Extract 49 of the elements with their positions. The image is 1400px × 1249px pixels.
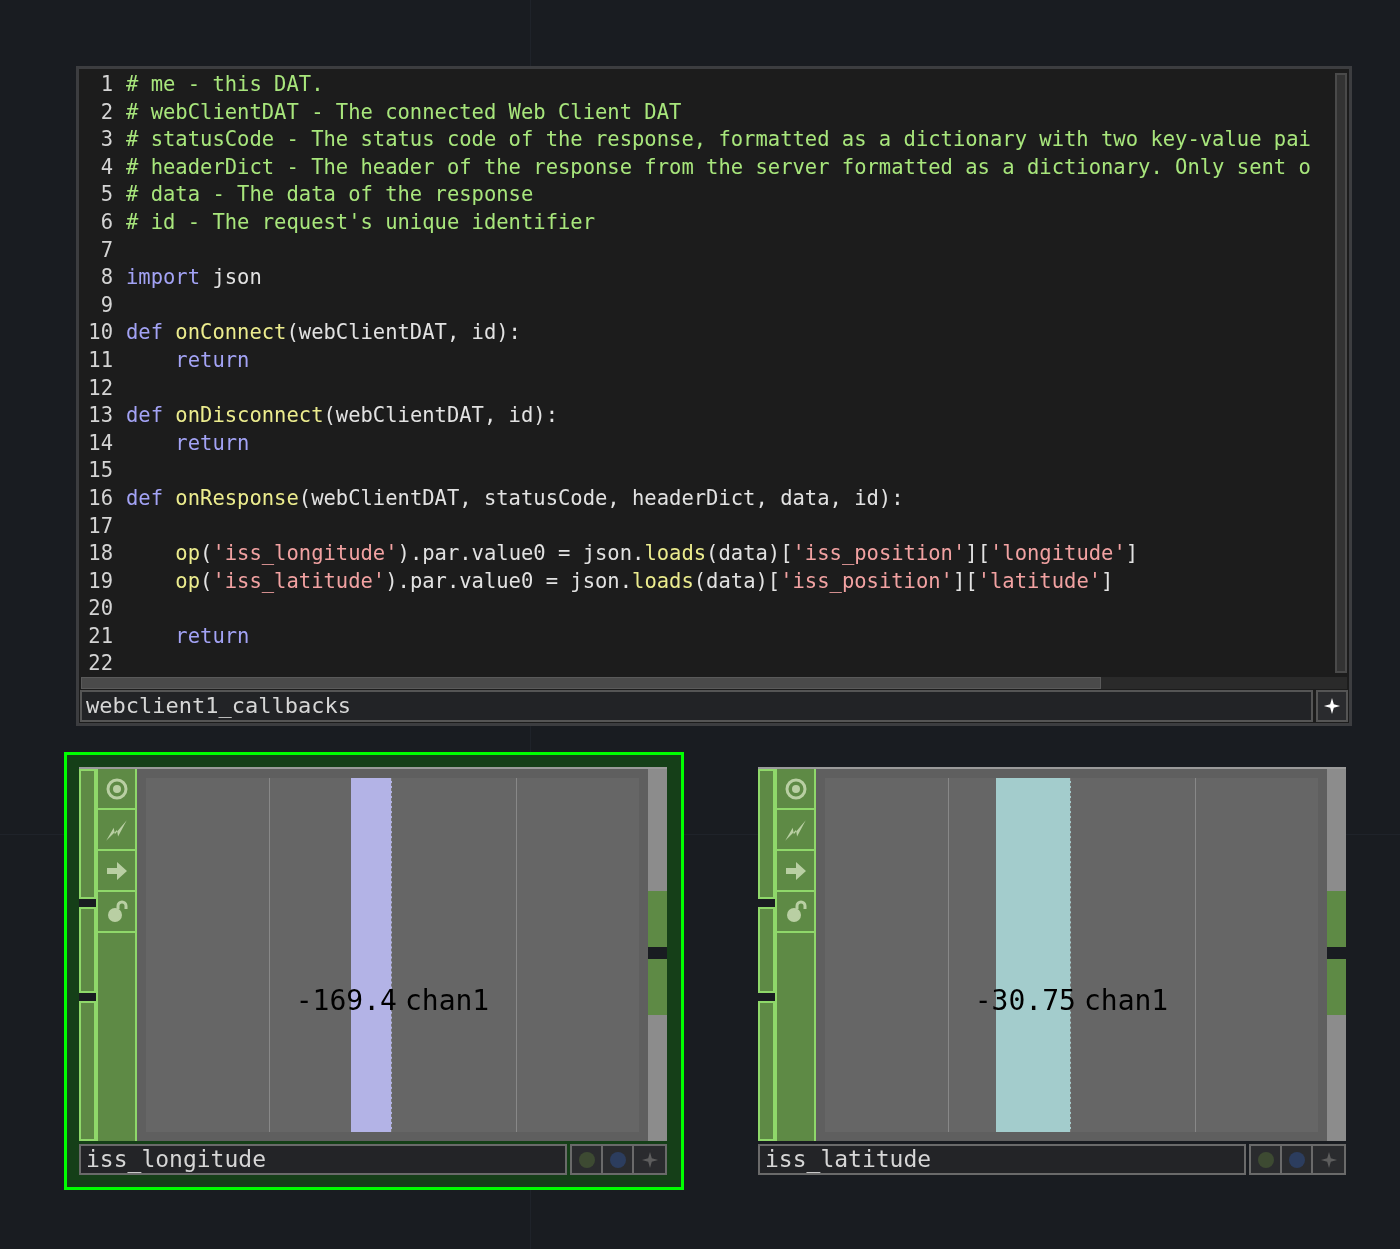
line-number: 16 <box>87 484 113 512</box>
code-line: # id - The request's unique identifier <box>126 208 595 236</box>
line-number: 8 <box>99 264 113 292</box>
line-number: 21 <box>87 622 113 650</box>
node-name-field[interactable]: iss_latitude <box>758 1144 1246 1175</box>
code-line: # data - The data of the response <box>126 181 534 209</box>
code-line: # headerDict - The header of the response from the server formatted as a dictionary. Only sent o <box>126 153 1311 181</box>
sparkle-icon <box>1323 697 1341 715</box>
line-number: 4 <box>99 153 113 181</box>
line-number: 17 <box>87 512 113 540</box>
line-number: 11 <box>87 346 113 374</box>
line-number: 2 <box>99 98 113 126</box>
code-line: op('iss_longitude').par.value0 = json.loads(data)['iss_position']['longitude'] <box>174 540 1139 568</box>
code-line: def onDisconnect(webClientDAT, id): <box>126 402 558 430</box>
line-number: 20 <box>87 595 113 623</box>
vertical-scrollbar[interactable] <box>1335 73 1347 673</box>
dat-name-field[interactable]: webclient1_callbacks <box>80 690 1313 722</box>
code-line: def onConnect(webClientDAT, id): <box>126 319 521 347</box>
code-line: return <box>174 622 250 650</box>
channel-value: -30.75 <box>974 983 1076 1019</box>
line-number: 7 <box>99 236 113 264</box>
line-number: 15 <box>87 457 113 485</box>
target-icon <box>783 776 808 801</box>
line-number: 6 <box>99 208 113 236</box>
code-line: # statusCode - The status code of the response, formatted as a dictionary with two key-value pai <box>126 126 1311 154</box>
line-number: 13 <box>87 402 113 430</box>
line-number: 18 <box>87 540 113 568</box>
line-number: 1 <box>99 71 113 98</box>
line-number: 9 <box>99 291 113 319</box>
line-number: 12 <box>87 374 113 402</box>
channel-name: chan1 <box>1083 983 1169 1019</box>
code-line: return <box>174 429 250 457</box>
sparkle-button[interactable] <box>1316 690 1348 722</box>
line-number: 19 <box>87 567 113 595</box>
line-number: 5 <box>99 181 113 209</box>
line-number: 22 <box>87 650 113 677</box>
code-line: op('iss_latitude').par.value0 = json.loads(data)['iss_position']['latitude'] <box>174 567 1114 595</box>
code-line: # me - this DAT. <box>126 71 324 98</box>
code-line: import json <box>126 264 262 292</box>
horizontal-scrollbar[interactable] <box>81 677 1347 689</box>
code-line: def onResponse(webClientDAT, statusCode, headerDict, data, id): <box>126 484 904 512</box>
channel-name: chan1 <box>404 983 490 1019</box>
node-name-field[interactable]: iss_longitude <box>79 1144 567 1175</box>
line-number: 10 <box>87 319 113 347</box>
line-number: 3 <box>99 126 113 154</box>
code-line: return <box>174 346 250 374</box>
target-icon <box>104 776 129 801</box>
code-line: # webClientDAT - The connected Web Client DAT <box>126 98 682 126</box>
line-number: 14 <box>87 429 113 457</box>
